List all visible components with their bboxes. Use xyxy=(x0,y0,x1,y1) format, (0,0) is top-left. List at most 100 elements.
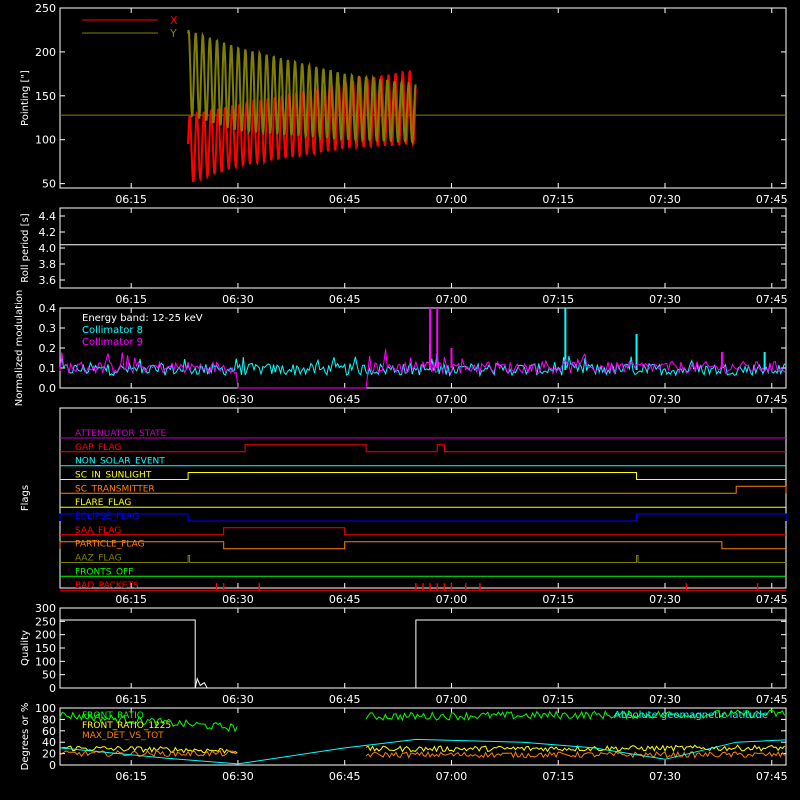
x-tick-label: 07:15 xyxy=(542,693,574,706)
y-tick-label: 300 xyxy=(35,602,56,615)
flag-trace xyxy=(59,541,786,550)
y-axis-title: Flags xyxy=(20,485,31,511)
x-tick-label: 07:30 xyxy=(649,193,681,206)
flag-trace xyxy=(60,527,786,536)
x-tick-label: 06:45 xyxy=(329,393,361,406)
panel-5: 06:15 06:30 06:45 07:00 07:15 07:30 07:45 Quali… xyxy=(20,602,788,706)
flag-trace xyxy=(60,485,787,494)
y-tick-label: 200 xyxy=(35,46,56,59)
x-axis: 06:15 06:30 06:45 07:00 07:15 07:30 07:45 xyxy=(115,208,788,306)
flag-trace xyxy=(60,555,786,563)
legend-label-right: Absolute geomagnetic latitude xyxy=(614,710,768,721)
x-tick-label: 07:45 xyxy=(756,770,788,783)
x-tick-label: 07:15 xyxy=(542,393,574,406)
chart-canvas: 06:15 06:30 06:45 07:00 07:15 07:30 07:45 Point… xyxy=(14,2,788,783)
legend-label: MAX_DET_VS_TOT xyxy=(82,731,164,741)
x-tick-label: 07:15 xyxy=(542,293,574,306)
panel-1: 06:15 06:30 06:45 07:00 07:15 07:30 07:45 Point… xyxy=(20,2,788,206)
x-tick-label: 07:45 xyxy=(756,693,788,706)
flag-eclipse-flag: ECLIPSE_FLAG xyxy=(59,512,787,522)
x-tick-label: 07:30 xyxy=(649,693,681,706)
x-tick-label: 06:30 xyxy=(222,693,254,706)
y-tick-label: 60 xyxy=(42,725,56,738)
flag-attenuator-state: ATTENUATOR_STATE xyxy=(60,429,786,439)
x-tick-label: 07:15 xyxy=(542,593,574,606)
panel-6: 06:15 06:30 06:45 07:00 07:15 07:30 07:45 Degre… xyxy=(20,702,788,783)
y-tick-label: 100 xyxy=(35,655,56,668)
x-tick-label: 07:00 xyxy=(436,693,468,706)
y-tick-label: 150 xyxy=(35,642,56,655)
x-tick-label: 07:30 xyxy=(649,593,681,606)
y-tick-label: 50 xyxy=(42,669,56,682)
y-tick-label: 0.2 xyxy=(39,342,57,355)
series-collimator-9-line xyxy=(59,349,787,389)
flag-label: SC_TRANSMITTER xyxy=(75,484,155,494)
x-tick-label: 07:15 xyxy=(542,770,574,783)
flag-label: GAP_FLAG xyxy=(75,443,121,453)
y-tick-label: 3.6 xyxy=(39,274,57,287)
y-axis-title: Roll period [s] xyxy=(20,213,31,282)
y-tick-label: 0.1 xyxy=(39,362,57,375)
flag-label: SAA_FLAG xyxy=(75,526,121,536)
x-tick-label: 07:00 xyxy=(436,193,468,206)
y-tick-label: 50 xyxy=(42,178,56,191)
x-tick-label: 07:30 xyxy=(649,393,681,406)
y-tick-label: 250 xyxy=(35,2,56,15)
legend-label: FRONT_RATIO_1225 xyxy=(82,721,171,731)
legend-label: X xyxy=(170,14,178,27)
x-tick-label: 06:45 xyxy=(329,193,361,206)
y-tick-label: 200 xyxy=(35,629,56,642)
x-tick-label: 06:15 xyxy=(115,393,147,406)
x-tick-label: 07:30 xyxy=(649,770,681,783)
y-tick-label: 0.4 xyxy=(39,302,57,315)
x-tick-label: 07:15 xyxy=(542,193,574,206)
x-axis: 06:15 06:30 06:45 07:00 07:15 07:30 07:45 xyxy=(115,608,788,706)
x-tick-label: 06:15 xyxy=(115,293,147,306)
x-tick-label: 06:45 xyxy=(329,593,361,606)
plot-frame xyxy=(59,7,787,189)
y-tick-label: 4.2 xyxy=(39,226,57,239)
x-tick-label: 07:00 xyxy=(436,593,468,606)
legend-label: Collimator 9 xyxy=(82,337,143,348)
flag-sc-transmitter: SC_TRANSMITTER xyxy=(60,484,787,494)
x-tick-label: 07:45 xyxy=(756,593,788,606)
y-tick-label: 80 xyxy=(42,713,56,726)
legend-label: Collimator 8 xyxy=(82,325,143,336)
legend: FRONT_RATIOFRONT_RATIO_1225MAX_DET_VS_TO… xyxy=(82,710,768,741)
legend-label: Y xyxy=(169,27,177,40)
x-tick-label: 07:45 xyxy=(756,193,788,206)
x-tick-label: 06:30 xyxy=(222,593,254,606)
x-tick-label: 07:45 xyxy=(756,293,788,306)
y-axis-title: Quality xyxy=(20,630,31,666)
flag-bad-packets: BAD_PACKETS xyxy=(60,581,786,591)
flag-aaz-flag: AAZ_FLAG xyxy=(60,554,786,564)
y-axis-title: Normalized modulation xyxy=(14,290,25,407)
y-tick-label: 3.8 xyxy=(39,258,57,271)
x-tick-label: 06:30 xyxy=(222,393,254,406)
flag-trace xyxy=(60,472,786,480)
x-tick-label: 06:15 xyxy=(115,193,147,206)
x-tick-label: 07:00 xyxy=(436,393,468,406)
panel-3: 06:15 06:30 06:45 07:00 07:15 07:30 07:45 Norma… xyxy=(14,290,788,407)
series-absolute-geomagnetic-latitude-line xyxy=(59,738,787,765)
legend: XY xyxy=(82,14,178,40)
flag-label: ATTENUATOR_STATE xyxy=(75,429,167,439)
flag-trace xyxy=(60,444,786,453)
x-tick-label: 06:30 xyxy=(222,293,254,306)
panel-4: 06:15 06:30 06:45 07:00 07:15 07:30 07:45 Flags… xyxy=(20,407,788,606)
x-tick-label: 07:00 xyxy=(436,293,468,306)
y-tick-label: 100 xyxy=(35,702,56,715)
x-tick-label: 06:15 xyxy=(115,770,147,783)
y-tick-label: 4.4 xyxy=(39,210,57,223)
flag-particle-flag: PARTICLE_FLAG xyxy=(59,540,786,550)
x-tick-label: 06:45 xyxy=(329,693,361,706)
flag-non-solar-event: NON_SOLAR_EVENT xyxy=(60,457,786,467)
flag-label: PARTICLE_FLAG xyxy=(75,540,145,550)
x-axis: 06:15 06:30 06:45 07:00 07:15 07:30 07:45 xyxy=(115,8,788,206)
y-axis-title: Degrees or % xyxy=(20,703,31,771)
x-tick-label: 07:45 xyxy=(756,393,788,406)
x-tick-label: 06:45 xyxy=(329,293,361,306)
flag-label: FRONTS_OFF xyxy=(75,567,133,577)
x-tick-label: 06:45 xyxy=(329,770,361,783)
legend: Energy band: 12-25 keVCollimator 8Collim… xyxy=(82,313,203,348)
